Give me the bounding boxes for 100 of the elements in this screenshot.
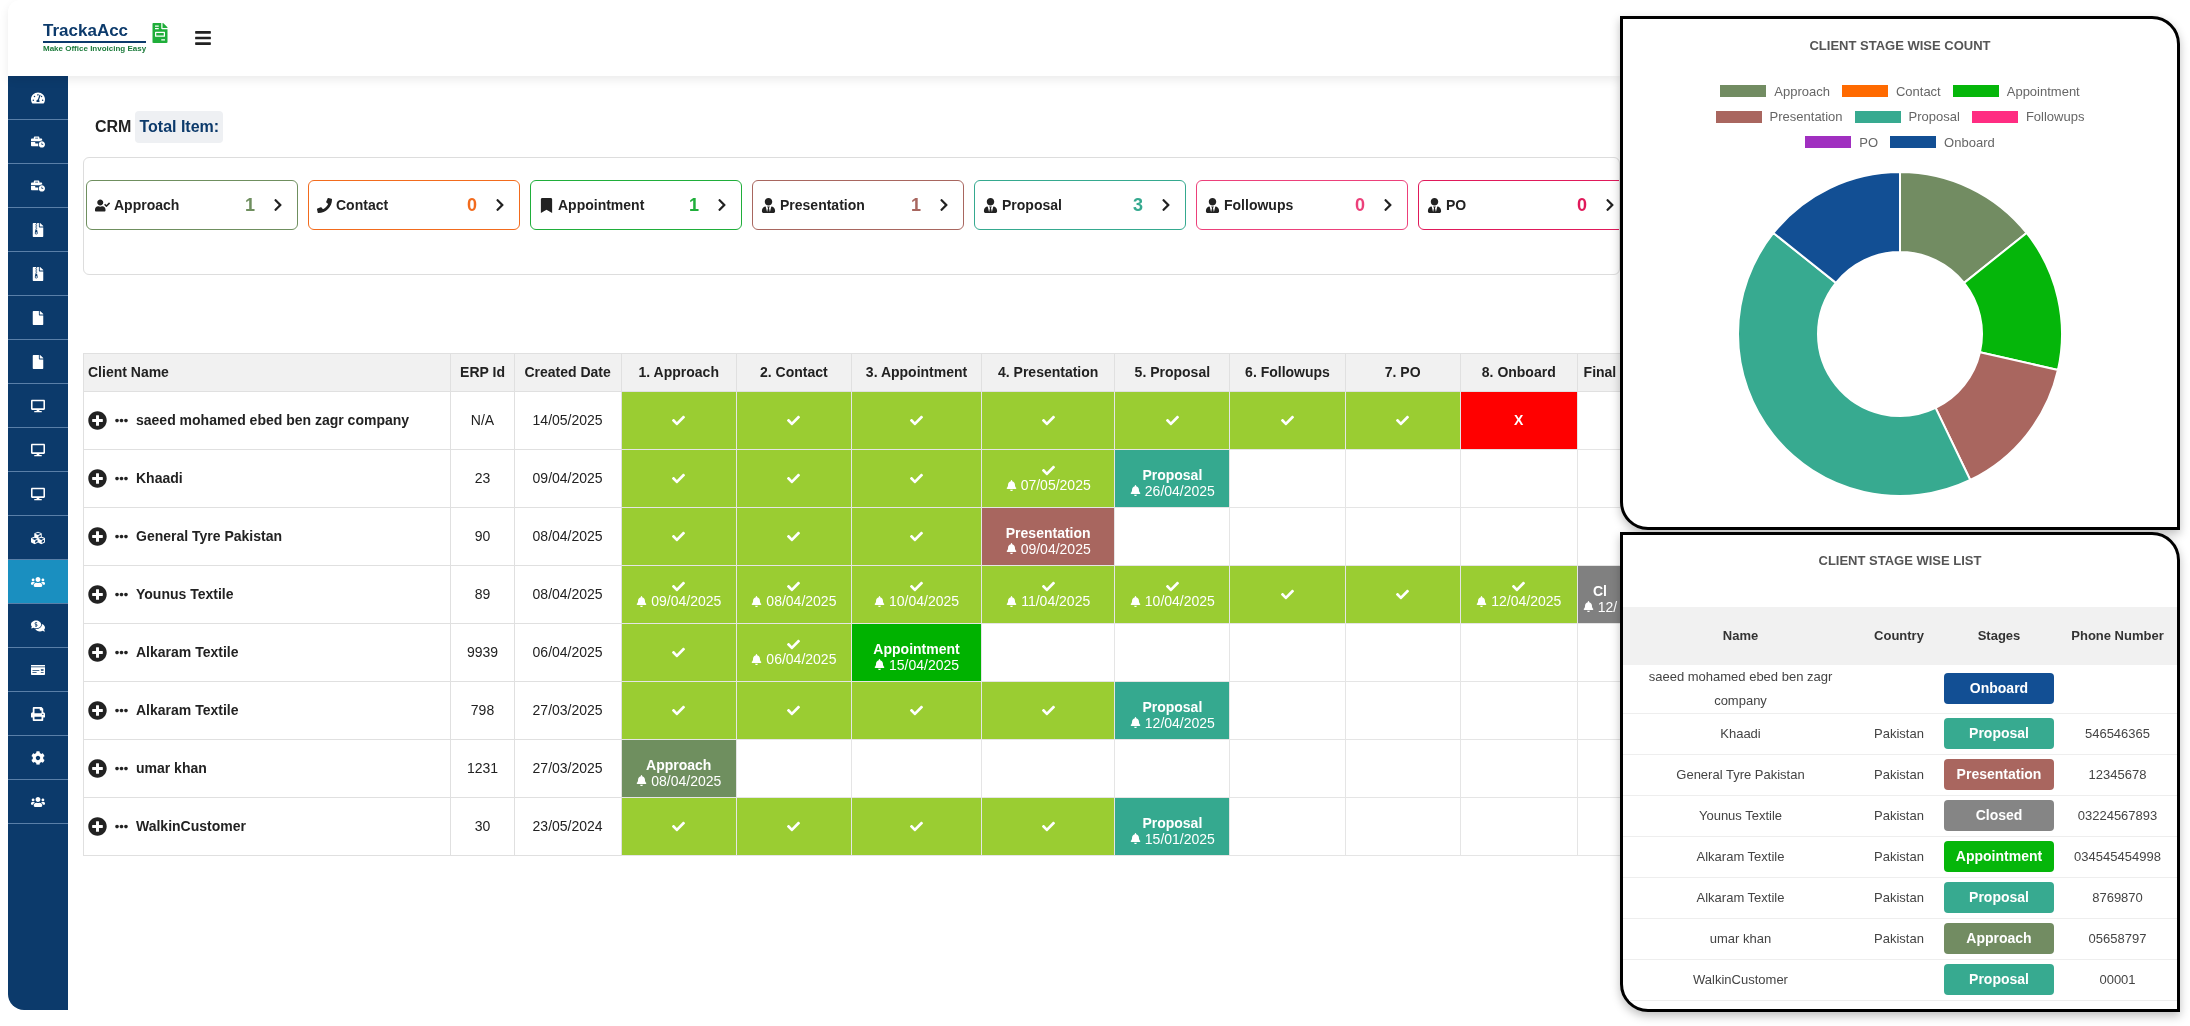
person-tie-icon bbox=[1427, 197, 1442, 213]
table-cell: saeed mohamed ebed ben zagr company bbox=[1623, 664, 1858, 713]
stage-badge: Presentation bbox=[1944, 759, 2054, 790]
table-cell: 00001 bbox=[2058, 959, 2177, 1000]
check-icon bbox=[672, 820, 686, 833]
expand-button[interactable] bbox=[88, 701, 107, 720]
column-header: Name bbox=[1623, 606, 1858, 665]
table-cell: General Tyre Pakistan bbox=[1623, 754, 1858, 795]
table-cell: Pakistan bbox=[1858, 713, 1940, 754]
check-icon bbox=[910, 704, 924, 717]
client-name: Younus Textile bbox=[136, 585, 234, 604]
users-icon bbox=[31, 794, 45, 809]
monitor-icon bbox=[31, 398, 45, 413]
expand-button[interactable] bbox=[88, 759, 107, 778]
menu-button[interactable] bbox=[194, 29, 213, 47]
check-icon bbox=[672, 414, 686, 427]
check-icon bbox=[672, 530, 686, 543]
table-cell: 03224567893 bbox=[2058, 795, 2177, 836]
bell-icon bbox=[636, 775, 648, 786]
table-cell: umar khan bbox=[1623, 918, 1858, 959]
check-icon bbox=[1512, 580, 1526, 593]
check-icon bbox=[1041, 464, 1055, 477]
check-icon bbox=[787, 820, 801, 833]
briefcase-clock-icon bbox=[31, 178, 45, 193]
table-cell: 546546365 bbox=[2058, 713, 2177, 754]
check-icon bbox=[787, 414, 801, 427]
expand-button[interactable] bbox=[88, 643, 107, 662]
legend-label: Proposal bbox=[1908, 108, 1960, 126]
table-cell: 06/04/2025 bbox=[514, 623, 622, 682]
stage-card[interactable]: PO 0 bbox=[1418, 180, 1619, 230]
bell-icon bbox=[1129, 595, 1141, 607]
check-icon bbox=[910, 530, 924, 543]
stage-badge: Onboard bbox=[1944, 673, 2054, 704]
expand-button[interactable] bbox=[88, 527, 107, 546]
stage-badge: Proposal bbox=[1944, 964, 2054, 995]
stage-card[interactable]: Proposal 3 bbox=[974, 180, 1186, 230]
legend-label: Appointment bbox=[2006, 82, 2080, 101]
person-icon bbox=[95, 197, 110, 213]
client-name: Khaadi bbox=[136, 469, 183, 488]
check-icon bbox=[672, 646, 686, 659]
card-icon bbox=[31, 662, 45, 677]
stage-card[interactable]: Appointment 1 bbox=[530, 180, 742, 230]
column-header: Country bbox=[1858, 606, 1940, 665]
column-header: Stages bbox=[1940, 606, 2058, 665]
table-cell: 09/04/2025 bbox=[514, 449, 622, 508]
stage-date: 08/04/2025 bbox=[751, 593, 837, 609]
table-cell: Pakistan bbox=[1858, 877, 1940, 918]
client-name: Alkaram Textile bbox=[136, 643, 239, 662]
stage-card-label: Contact bbox=[336, 195, 390, 215]
stage-card[interactable]: Followups 0 bbox=[1196, 180, 1408, 230]
stage-card-label: Appointment bbox=[558, 195, 646, 215]
expand-button[interactable] bbox=[88, 469, 107, 488]
expand-button[interactable] bbox=[88, 585, 107, 604]
check-icon bbox=[672, 704, 686, 717]
column-header: Final bbox=[1577, 353, 1620, 392]
chat-dollar-icon bbox=[31, 618, 45, 633]
table-cell: 89 bbox=[450, 565, 515, 624]
check-icon bbox=[787, 580, 801, 593]
legend-label: Onboard bbox=[1944, 133, 1995, 152]
stage-badge: Appointment bbox=[1944, 841, 2054, 872]
stage-card[interactable]: Approach 1 bbox=[86, 180, 298, 230]
expand-button[interactable] bbox=[88, 411, 107, 430]
stage-date: 12/04/2025 bbox=[1476, 593, 1562, 609]
total-item-label: Total Item: bbox=[135, 111, 224, 143]
table-cell: Alkaram Textile bbox=[1623, 836, 1858, 877]
column-header: 5. Proposal bbox=[1114, 353, 1230, 392]
table-cell: Khaadi bbox=[1623, 713, 1858, 754]
stage-date: 12/ bbox=[1582, 598, 1618, 615]
legend-label: PO bbox=[1859, 133, 1879, 152]
stage-label: Appointment bbox=[873, 640, 960, 657]
table-cell: WalkinCustomer bbox=[1623, 959, 1858, 1000]
stage-card[interactable]: Presentation 1 bbox=[752, 180, 964, 230]
stage-date: 07/05/2025 bbox=[1005, 477, 1091, 493]
table-cell: 9939 bbox=[450, 623, 515, 682]
logo-tagline: Make Office Invoicing Easy bbox=[43, 43, 147, 55]
check-icon bbox=[787, 472, 801, 485]
logo-text: TrackaAcc bbox=[43, 21, 147, 43]
stage-badge: Closed bbox=[1944, 800, 2054, 831]
table-cell: 90 bbox=[450, 507, 515, 566]
stage-label: Presentation bbox=[1005, 524, 1091, 541]
column-header: 1. Approach bbox=[621, 353, 737, 392]
bell-icon bbox=[1129, 485, 1141, 496]
expand-button[interactable] bbox=[88, 817, 107, 836]
stage-card[interactable]: Contact 0 bbox=[308, 180, 520, 230]
document-icon bbox=[150, 23, 171, 43]
table-cell: 08/04/2025 bbox=[514, 565, 622, 624]
table-cell: 034545454998 bbox=[2058, 836, 2177, 877]
stage-card-label: Proposal bbox=[1002, 195, 1063, 215]
stage-card-label: PO bbox=[1446, 195, 1468, 215]
bell-icon bbox=[1129, 717, 1141, 728]
table-cell: 14/05/2025 bbox=[514, 391, 622, 450]
column-header: 4. Presentation bbox=[981, 353, 1115, 392]
client-name: Alkaram Textile bbox=[136, 701, 239, 720]
table-cell: Pakistan bbox=[1858, 754, 1940, 795]
column-header: 8. Onboard bbox=[1460, 353, 1578, 392]
stage-date: 08/04/2025 bbox=[636, 772, 722, 789]
stage-badge: Proposal bbox=[1944, 718, 2054, 749]
check-icon bbox=[1165, 580, 1179, 593]
check-icon bbox=[1396, 588, 1410, 601]
check-icon bbox=[787, 530, 801, 543]
